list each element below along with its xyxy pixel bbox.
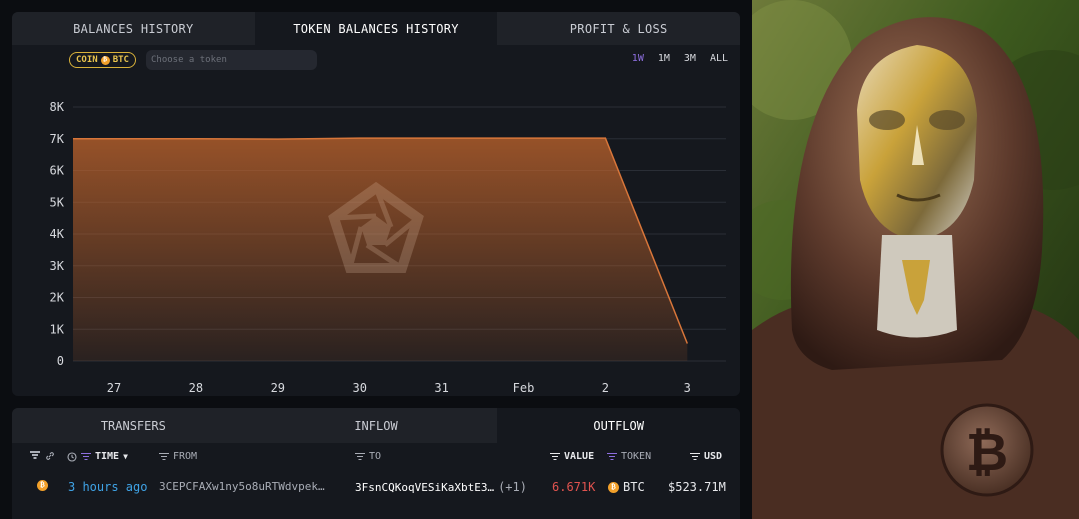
token-column-header[interactable]: TOKEN [607,451,651,462]
filter-icon [81,453,91,461]
row-token-symbol: BTC [623,480,645,494]
x-tick-label: 27 [107,381,121,395]
filter-icon [607,453,617,461]
tab-balances-history[interactable]: BALANCES HISTORY [12,12,255,45]
range-1m[interactable]: 1M [658,53,670,64]
value-column-header[interactable]: VALUE [550,451,594,462]
y-tick-label: 0 [57,354,64,368]
y-tick-label: 1K [50,322,65,336]
clock-icon [67,451,77,462]
bitcoin-icon: ₿ [100,55,110,65]
usd-column-header[interactable]: USD [690,451,722,462]
filter-icon [355,453,365,461]
row-to-extra-count[interactable]: (+1) [498,480,527,494]
transfers-tabs: TRANSFERS INFLOW OUTFLOW [12,408,740,443]
filter-icon [690,453,700,461]
filter-icon [30,451,40,459]
transfers-panel: TRANSFERS INFLOW OUTFLOW TIME ▼ FROM TO [12,408,740,519]
range-1w[interactable]: 1W [632,53,644,64]
chart-controls: COIN ₿ BTC 1W 1M 3M ALL [12,50,740,72]
y-tick-label: 3K [50,259,65,273]
x-tick-label: 28 [189,381,203,395]
satoshi-statue-photo: ₿ [752,0,1079,519]
dashboard-app: BALANCES HISTORY TOKEN BALANCES HISTORY … [0,0,752,519]
y-tick-label: 4K [50,227,65,241]
x-tick-label: 30 [352,381,366,395]
y-tick-label: 6K [50,164,65,178]
y-tick-label: 2K [50,291,65,305]
coin-badge-prefix: COIN [76,55,98,65]
range-all[interactable]: ALL [710,53,728,64]
bitcoin-symbol-icon: ₿ [966,423,1008,483]
tab-outflow[interactable]: OUTFLOW [497,408,740,443]
y-tick-label: 8K [50,100,65,114]
usd-header-label: USD [704,451,723,462]
filter-icon-column[interactable] [30,451,40,459]
row-value: 6.671K [552,480,596,494]
x-tick-label: Feb [513,381,535,395]
tab-transfers[interactable]: TRANSFERS [12,408,255,443]
from-header-label: FROM [173,451,198,462]
coin-filter-badge[interactable]: COIN ₿ BTC [69,52,136,68]
x-tick-label: 3 [684,381,691,395]
bitcoin-icon: ₿ [37,480,48,491]
balance-area [73,138,688,361]
x-tick-label: 29 [271,381,285,395]
chevron-down-icon: ▼ [123,452,128,461]
row-to-address[interactable]: 3FsnCQKoqVESiKaXbtE3… [355,481,494,494]
table-header: TIME ▼ FROM TO VALUE TOKEN USD [12,443,740,471]
to-column-header[interactable]: TO [355,451,381,462]
row-token-cell[interactable]: ₿ BTC [608,480,645,494]
filter-icon [550,453,560,461]
table-row[interactable]: ₿ 3 hours ago 3CEPCFAXw1ny5o8uRTWdvpek… … [12,480,740,504]
token-balance-chart: 0 1K 2K 3K 4K 5K 6K 7K 8K 27 28 29 30 31 Feb 2 3 [50,100,726,395]
tab-profit-loss[interactable]: PROFIT & LOSS [497,12,740,45]
coin-badge-symbol: BTC [112,55,129,65]
token-header-label: TOKEN [621,451,652,462]
y-tick-label: 5K [50,195,65,209]
x-tick-label: 31 [434,381,448,395]
range-3m[interactable]: 3M [684,53,696,64]
balances-tabs: BALANCES HISTORY TOKEN BALANCES HISTORY … [12,12,740,45]
time-range-selector: 1W 1M 3M ALL [632,53,728,64]
tab-token-balances-history[interactable]: TOKEN BALANCES HISTORY [254,12,498,45]
to-header-label: TO [369,451,382,462]
time-header-label: TIME [95,451,120,462]
from-column-header[interactable]: FROM [159,451,197,462]
filter-icon [159,453,169,461]
x-tick-label: 2 [602,381,609,395]
time-column-header[interactable]: TIME ▼ [67,451,128,462]
y-tick-label: 7K [50,132,65,146]
token-search-input[interactable] [146,50,317,70]
row-from-address[interactable]: 3CEPCFAXw1ny5o8uRTWdvpek… [159,480,325,493]
row-usd-value: $523.71M [668,480,726,494]
balances-panel: BALANCES HISTORY TOKEN BALANCES HISTORY … [12,12,740,396]
link-icon[interactable] [45,451,55,461]
row-time-link[interactable]: 3 hours ago [68,480,147,494]
row-to-cell: 3FsnCQKoqVESiKaXbtE3… (+1) [355,480,527,494]
value-header-label: VALUE [564,451,595,462]
bitcoin-icon: ₿ [608,481,619,493]
tab-inflow[interactable]: INFLOW [254,408,498,443]
